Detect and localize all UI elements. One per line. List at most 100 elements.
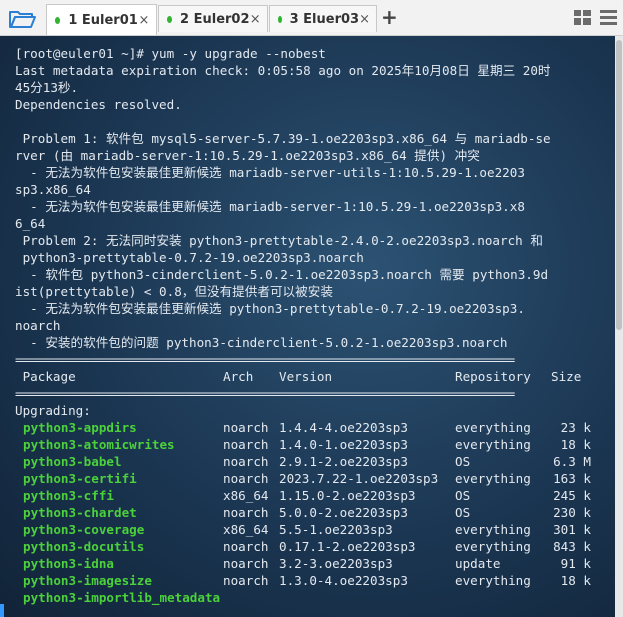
problem-line: Problem 1: 软件包 mysql5-server-5.7.39-1.oe… (15, 131, 551, 146)
tab-label: 1 Euler01 (68, 12, 138, 28)
tab-euler01[interactable]: 1 Euler01 × (46, 4, 157, 35)
problem-line: - 软件包 python3-cinderclient-5.0.2-1.oe220… (15, 267, 549, 282)
table-row: python3-imagesize noarch 1.3.0-4.oe2203sp3… (15, 572, 615, 589)
table-header: Package Arch Version Repository Size (15, 368, 615, 385)
package-name: python3-certifi (23, 471, 137, 486)
package-size: 23 k (560, 420, 591, 435)
package-arch: noarch (223, 539, 269, 554)
tab-close-icon[interactable]: × (138, 13, 150, 28)
package-repo: everything (455, 522, 531, 537)
package-name: python3-cffi (23, 488, 114, 503)
package-arch: noarch (223, 573, 269, 588)
tab-bar: 1 Euler01 × 2 Euler02 × 3 Eluer03 × + (0, 0, 623, 36)
tab-close-icon[interactable]: × (250, 12, 261, 27)
tab-label: 2 Euler02 (180, 11, 250, 27)
package-version: 2.9.1-2.oe2203sp3 (279, 454, 408, 469)
table-row: python3-importlib_metadata (15, 589, 615, 606)
package-version: 2023.7.22-1.oe2203sp3 (279, 471, 439, 486)
table-row: python3-idna noarch 3.2-3.oe2203sp3 update 9… (15, 555, 615, 572)
table-row: python3-coverage x86_64 5.5-1.oe2203sp3 eve… (15, 521, 615, 538)
package-repo: everything (455, 437, 531, 452)
col-package: Package (15, 369, 76, 384)
connected-dot-icon (55, 16, 61, 24)
package-name: python3-babel (23, 454, 122, 469)
package-arch: x86_64 (223, 488, 269, 503)
package-name: python3-coverage (23, 522, 145, 537)
package-name: python3-chardet (23, 505, 137, 520)
scrollbar-thumb[interactable] (616, 40, 622, 330)
metadata-line: 45分13秒. (15, 80, 79, 95)
tab-eluer03[interactable]: 3 Eluer03 × (269, 5, 377, 32)
package-arch: noarch (223, 437, 269, 452)
package-version: 1.4.0-1.oe2203sp3 (279, 437, 408, 452)
package-name: python3-atomicwrites (23, 437, 175, 452)
package-repo: everything (455, 573, 531, 588)
package-version: 1.4.4-4.oe2203sp3 (279, 420, 408, 435)
upgrading-label: Upgrading: (15, 403, 91, 418)
package-size: 18 k (560, 437, 591, 452)
package-version: 5.0.0-2.oe2203sp3 (279, 505, 408, 520)
problem-line: - 无法为软件包安装最佳更新候选 mariadb-server-1:10.5.2… (15, 199, 525, 214)
package-name: python3-importlib_metadata (23, 590, 221, 605)
col-arch: Arch (223, 369, 254, 384)
package-arch: x86_64 (223, 522, 269, 537)
tab-label: 3 Eluer03 (289, 11, 360, 27)
package-repo: OS (455, 454, 471, 469)
connected-dot-icon (278, 15, 282, 23)
problem-line: Problem 2: 无法同时安装 python3-prettytable-2.… (15, 233, 543, 248)
package-name: python3-imagesize (23, 573, 152, 588)
package-arch: noarch (223, 471, 269, 486)
package-version: 0.17.1-2.oe2203sp3 (279, 539, 416, 554)
folder-open-icon[interactable] (8, 8, 36, 30)
hamburger-menu-icon[interactable] (600, 10, 617, 25)
problem-line: - 安装的软件包的问题 python3-cinderclient-5.0.2-1… (15, 335, 508, 350)
add-tab-button[interactable]: + (381, 6, 398, 28)
problem-line: - 无法为软件包安装最佳更新候选 python3-prettytable-0.7… (15, 301, 525, 316)
problem-line: sp3.x86_64 (15, 182, 91, 197)
command-line: [root@euler01 ~]# yum -y upgrade --nobes… (15, 46, 326, 61)
package-repo: everything (455, 471, 531, 486)
col-version: Version (279, 369, 333, 384)
package-repo: everything (455, 539, 531, 554)
package-arch: noarch (223, 454, 269, 469)
problem-line: ist(prettytable) < 0.8，但没有提供者可以被安装 (15, 284, 333, 299)
package-version: 5.5-1.oe2203sp3 (279, 522, 393, 537)
deps-line: Dependencies resolved. (15, 97, 182, 112)
package-name: python3-docutils (23, 539, 145, 554)
table-row: python3-certifi noarch 2023.7.22-1.oe2203s… (15, 470, 615, 487)
problem-line: - 无法为软件包安装最佳更新候选 mariadb-server-utils-1:… (15, 165, 525, 180)
package-version: 1.15.0-2.oe2203sp3 (279, 488, 416, 503)
package-arch: noarch (223, 556, 269, 571)
package-repo: OS (455, 505, 471, 520)
problem-line: noarch (15, 318, 61, 333)
table-row: python3-atomicwrites noarch 1.4.0-1.oe2203… (15, 436, 615, 453)
package-size: 163 k (553, 471, 591, 486)
package-size: 6.3 M (553, 454, 591, 469)
package-list: python3-appdirs noarch 1.4.4-4.oe2203sp3 ev… (15, 419, 615, 606)
package-size: 230 k (553, 505, 591, 520)
table-row: python3-docutils noarch 0.17.1-2.oe2203sp3… (15, 538, 615, 555)
package-size: 91 k (560, 556, 591, 571)
package-name: python3-appdirs (23, 420, 137, 435)
tab-euler02[interactable]: 2 Euler02 × (158, 5, 268, 32)
problem-line: rver (由 mariadb-server-1:10.5.29-1.oe220… (15, 148, 480, 163)
package-size: 245 k (553, 488, 591, 503)
separator-line: ========================================… (15, 386, 515, 401)
package-arch: noarch (223, 505, 269, 520)
grid-view-icon[interactable] (574, 10, 591, 25)
problem-line: 6_64 (15, 216, 46, 231)
col-size: Size (551, 369, 582, 384)
col-repository: Repository (455, 369, 531, 384)
package-name: python3-idna (23, 556, 114, 571)
table-row: python3-chardet noarch 5.0.0-2.oe2203sp3 OS… (15, 504, 615, 521)
package-size: 18 k (560, 573, 591, 588)
package-repo: everything (455, 420, 531, 435)
package-arch: noarch (223, 420, 269, 435)
tab-close-icon[interactable]: × (359, 12, 370, 27)
table-row: python3-cffi x86_64 1.15.0-2.oe2203sp3 OS 24… (15, 487, 615, 504)
terminal-output[interactable]: [root@euler01 ~]# yum -y upgrade --nobes… (0, 36, 615, 617)
package-repo: OS (455, 488, 471, 503)
package-size: 301 k (553, 522, 591, 537)
separator-line: ========================================… (15, 352, 515, 367)
